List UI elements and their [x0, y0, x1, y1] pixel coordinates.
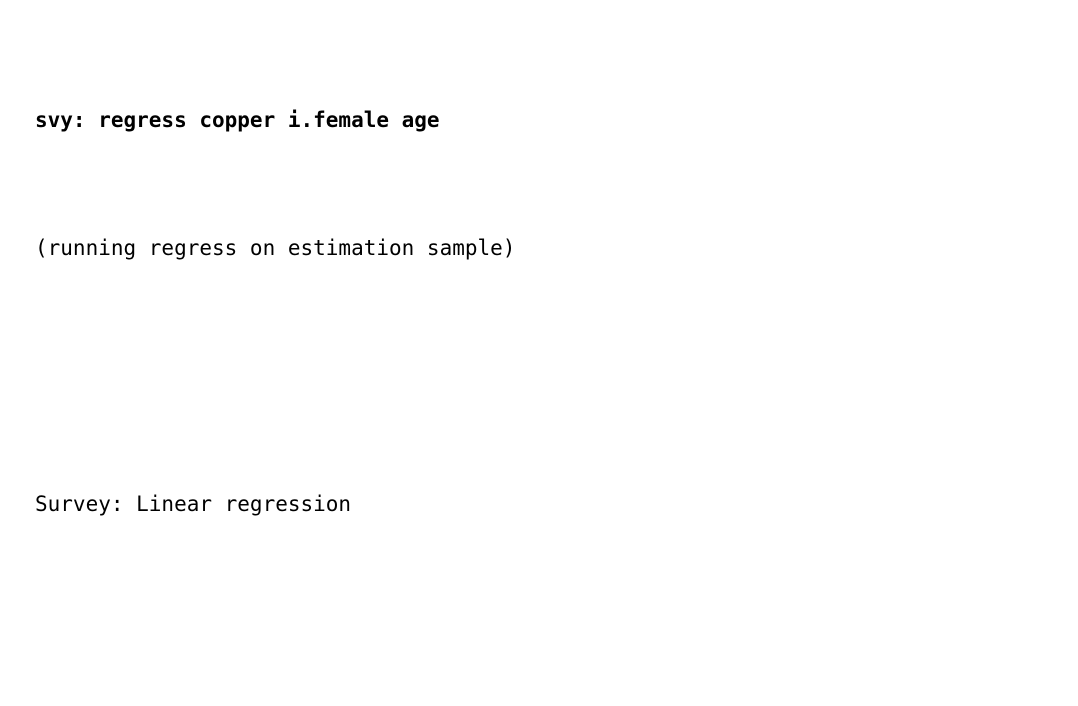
blank-line-2: [35, 616, 1046, 648]
blank-line-1: [35, 360, 1046, 392]
running-note: (running regress on estimation sample): [35, 232, 1046, 264]
stata-output-console: svy: regress copper i.female age (runnin…: [0, 0, 1078, 706]
console-text-area[interactable]: svy: regress copper i.female age (runnin…: [35, 8, 1046, 706]
command-line: svy: regress copper i.female age: [35, 104, 1046, 136]
model-title: Survey: Linear regression: [35, 488, 1046, 520]
